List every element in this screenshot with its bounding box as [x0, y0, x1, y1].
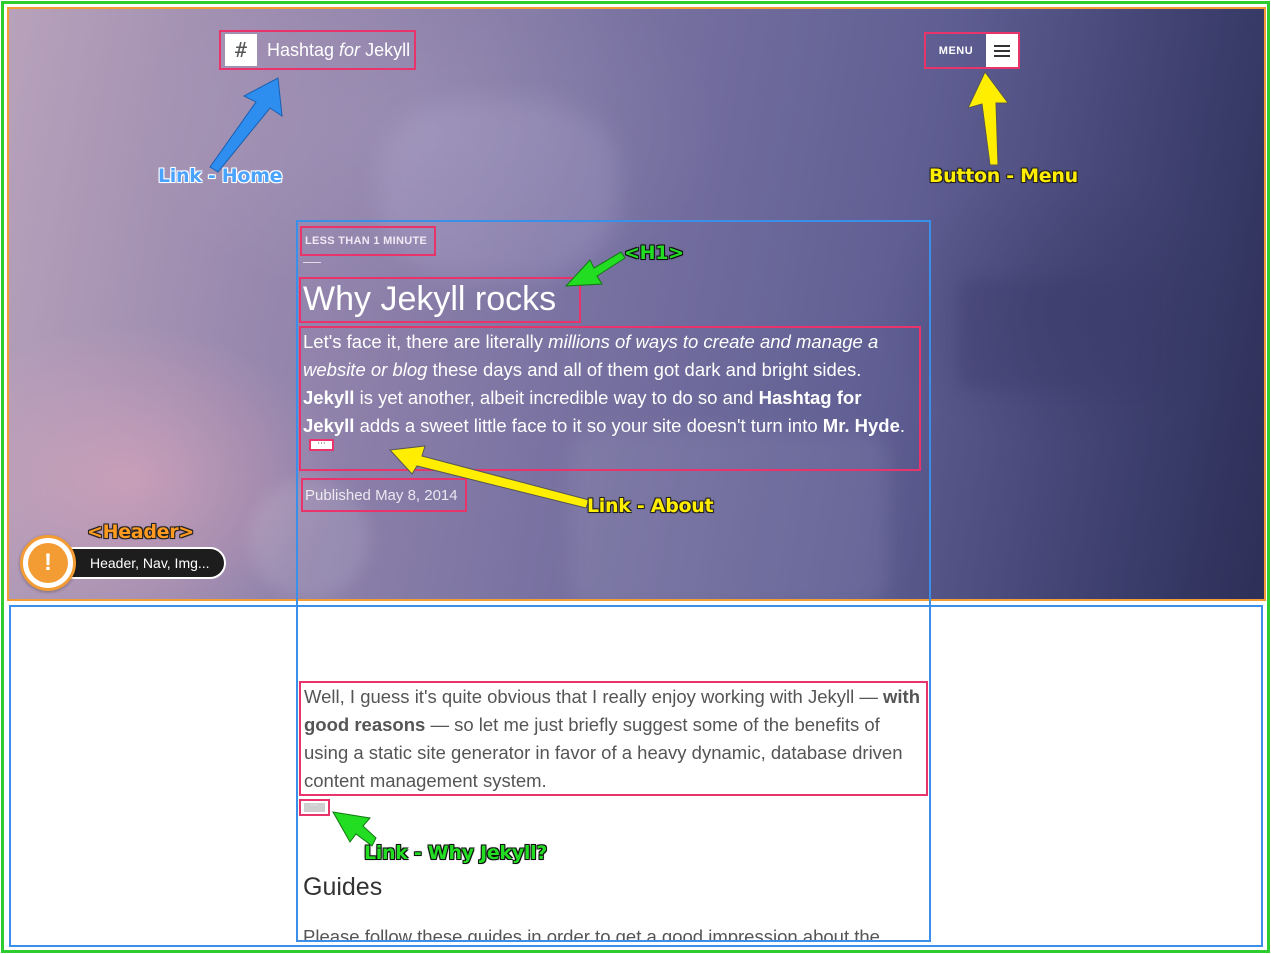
reading-time: LESS THAN 1 MINUTE [300, 226, 436, 256]
guides-heading: Guides [303, 873, 383, 901]
published-date: Published May 8, 2014 [301, 478, 467, 512]
warning-badge[interactable]: ! Header, Nav, Img... [20, 535, 226, 591]
guides-paragraph: Please follow these guides in order to g… [303, 926, 880, 941]
hamburger-icon [986, 34, 1018, 67]
menu-button[interactable]: MENU [924, 32, 1020, 69]
annotation-h1: <H1> [624, 242, 684, 264]
alert-icon: ! [20, 535, 76, 591]
read-more-about-link[interactable]: ··· [309, 439, 334, 452]
background-shape [959, 279, 1149, 389]
hash-icon: # [225, 34, 257, 66]
intro-paragraph: Well, I guess it's quite obvious that I … [299, 681, 928, 796]
why-jekyll-link[interactable]: ··· [299, 799, 330, 816]
annotation-button-menu: Button - Menu [929, 165, 1078, 187]
post-excerpt: Let's face it, there are literally milli… [299, 326, 921, 471]
page-title: Why Jekyll rocks [299, 277, 581, 323]
annotation-link-home: Link - Home [158, 165, 283, 187]
menu-label: MENU [938, 44, 974, 57]
site-title: Hashtag for Jekyll [267, 39, 411, 60]
annotation-link-why: Link - Why Jekyll? [364, 842, 548, 864]
warning-label: Header, Nav, Img... [62, 547, 226, 579]
home-link[interactable]: # Hashtag for Jekyll [219, 30, 416, 70]
annotation-link-about: Link - About [587, 495, 714, 517]
divider [303, 262, 321, 263]
